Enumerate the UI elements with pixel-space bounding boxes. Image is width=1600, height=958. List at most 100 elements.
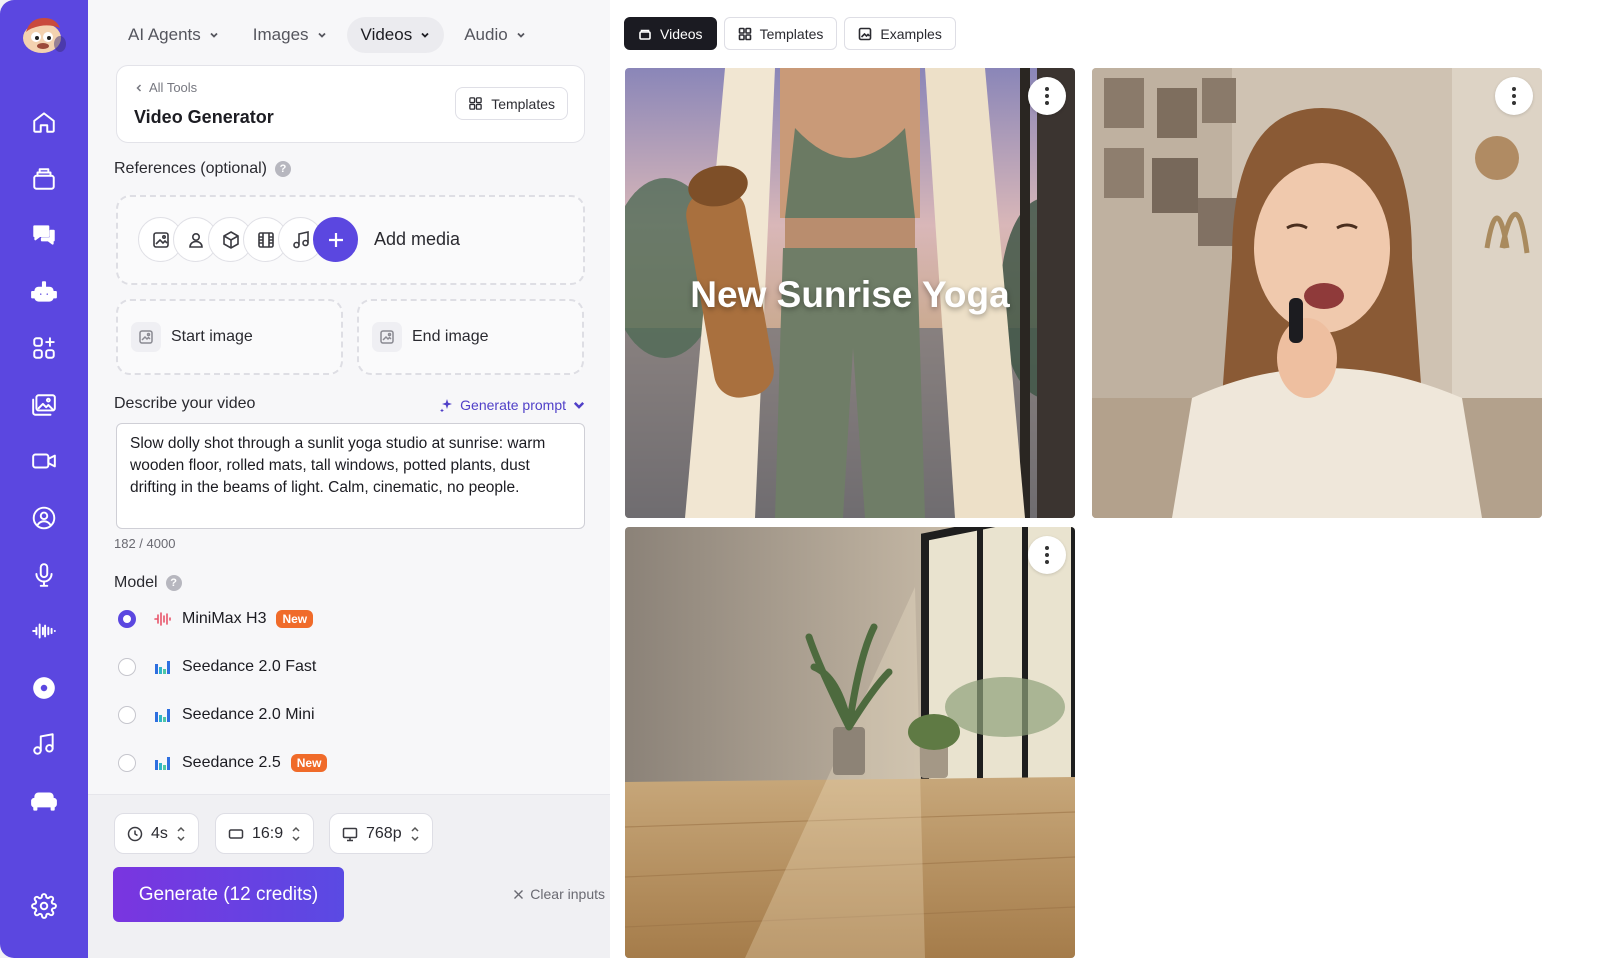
video-card[interactable]	[1092, 68, 1542, 518]
generate-prompt-dropdown[interactable]: Generate prompt	[440, 397, 586, 413]
add-media-plus-icon[interactable]	[313, 217, 358, 262]
sofa-icon[interactable]	[26, 783, 62, 819]
nav-tab-videos[interactable]: Videos	[346, 17, 445, 53]
monitor-icon	[342, 827, 358, 841]
clear-inputs-label: Clear inputs	[530, 886, 605, 902]
seedance-logo-icon	[155, 709, 170, 722]
tab-videos[interactable]: Videos	[624, 17, 717, 50]
aspect-ratio-value: 16:9	[252, 824, 284, 842]
templates-button[interactable]: Templates	[455, 87, 568, 120]
chat-icon[interactable]	[26, 217, 62, 253]
end-image-label: End image	[412, 328, 489, 345]
nav-tab-images[interactable]: Images	[239, 17, 341, 53]
video-icon[interactable]	[26, 443, 62, 479]
radio-button[interactable]	[118, 658, 136, 676]
seedance-logo-icon	[155, 757, 170, 770]
model-label-text: Model	[114, 574, 158, 591]
model-option-minimax-h3[interactable]: MiniMax H3 New	[118, 610, 314, 628]
more-options-icon[interactable]	[1028, 536, 1066, 574]
video-thumbnail	[625, 527, 1075, 958]
video-overlay-title: New Sunrise Yoga	[690, 274, 1010, 315]
microphone-icon[interactable]	[26, 557, 62, 593]
generate-prompt-label: Generate prompt	[460, 397, 566, 413]
video-card[interactable]	[625, 527, 1075, 958]
tab-label: Videos	[660, 25, 703, 42]
tab-label: Templates	[759, 25, 824, 42]
image-icon	[372, 322, 402, 352]
video-thumbnail	[1092, 68, 1542, 518]
layers-icon[interactable]	[26, 161, 62, 197]
chevron-down-icon	[421, 32, 429, 38]
generate-button[interactable]: Generate (12 credits)	[113, 867, 344, 922]
model-option-seedance-2-5[interactable]: Seedance 2.5 New	[118, 754, 328, 772]
new-badge: New	[290, 754, 328, 772]
tab-examples[interactable]: Examples	[844, 17, 956, 50]
waveform-icon[interactable]	[26, 613, 62, 649]
chevron-down-icon	[317, 32, 326, 38]
radio-button[interactable]	[118, 610, 136, 628]
disc-icon[interactable]	[26, 670, 62, 706]
gallery-tabs: Videos Templates Examples	[624, 17, 956, 50]
app-window: AI Agents Images Videos Audio All Tools …	[0, 0, 1600, 958]
chevron-down-icon	[573, 402, 585, 409]
nav-tab-audio[interactable]: Audio	[450, 17, 539, 53]
add-media-label: Add media	[374, 229, 461, 249]
start-image-slot[interactable]: Start image	[116, 299, 343, 375]
duration-select[interactable]: 4s	[114, 813, 199, 854]
aspect-ratio-icon	[228, 828, 244, 839]
sparkle-icon	[440, 399, 453, 412]
video-card[interactable]: New Sunrise Yoga	[625, 68, 1075, 518]
gallery-area: Videos Templates Examples New Sunrise Yo…	[610, 0, 1600, 958]
describe-label: Describe your video	[114, 395, 256, 412]
more-options-icon[interactable]	[1495, 77, 1533, 115]
page-title: Video Generator	[134, 107, 274, 127]
more-options-icon[interactable]	[1028, 77, 1066, 115]
image-icon	[859, 27, 872, 40]
start-image-label: Start image	[171, 328, 253, 345]
tab-label: Examples	[880, 25, 942, 42]
app-logo[interactable]	[20, 12, 68, 56]
references-label: References (optional) ?	[114, 160, 291, 178]
model-option-seedance-2-0-mini[interactable]: Seedance 2.0 Mini	[118, 706, 315, 724]
help-icon[interactable]: ?	[274, 161, 291, 177]
apps-icon[interactable]	[26, 330, 62, 366]
minimax-logo-icon	[154, 612, 171, 626]
radio-button[interactable]	[118, 706, 136, 724]
settings-gear-icon[interactable]	[26, 888, 62, 924]
end-image-slot[interactable]: End image	[357, 299, 584, 375]
model-name: Seedance 2.0 Fast	[182, 658, 317, 675]
grid-icon	[469, 97, 482, 110]
aspect-ratio-select[interactable]: 16:9	[215, 813, 315, 854]
chevron-left-icon	[136, 83, 142, 92]
breadcrumb-label: All Tools	[149, 80, 198, 95]
breadcrumb[interactable]: All Tools	[135, 80, 197, 95]
stack-icon	[639, 29, 651, 40]
prompt-textarea[interactable]: Slow dolly shot through a sunlit yoga st…	[116, 423, 585, 529]
clock-icon	[127, 826, 143, 841]
templates-button-label: Templates	[491, 95, 555, 112]
nav-tab-ai-agents[interactable]: AI Agents	[114, 17, 233, 53]
robot-icon[interactable]	[26, 274, 62, 310]
clear-inputs-button[interactable]: Clear inputs	[513, 886, 605, 902]
grid-icon	[738, 27, 751, 40]
updown-chevron-icon	[411, 826, 419, 841]
radio-button[interactable]	[118, 754, 136, 772]
image-icon	[131, 322, 161, 352]
updown-chevron-icon	[292, 826, 300, 841]
resolution-value: 768p	[366, 824, 402, 842]
nav-tab-label: Videos	[360, 25, 413, 44]
images-icon[interactable]	[26, 387, 62, 423]
model-name: Seedance 2.0 Mini	[182, 706, 315, 723]
model-option-seedance-2-0-fast[interactable]: Seedance 2.0 Fast	[118, 658, 316, 676]
nav-tab-label: AI Agents	[128, 25, 201, 44]
resolution-select[interactable]: 768p	[329, 813, 433, 854]
updown-chevron-icon	[177, 826, 185, 841]
music-icon[interactable]	[26, 726, 62, 762]
home-icon[interactable]	[26, 104, 62, 140]
help-icon[interactable]: ?	[165, 575, 182, 591]
seedance-logo-icon	[155, 661, 170, 674]
references-label-text: References (optional)	[114, 160, 267, 177]
user-circle-icon[interactable]	[26, 500, 62, 536]
tab-templates[interactable]: Templates	[723, 17, 838, 50]
add-media-dropzone[interactable]: Add media	[116, 195, 585, 285]
